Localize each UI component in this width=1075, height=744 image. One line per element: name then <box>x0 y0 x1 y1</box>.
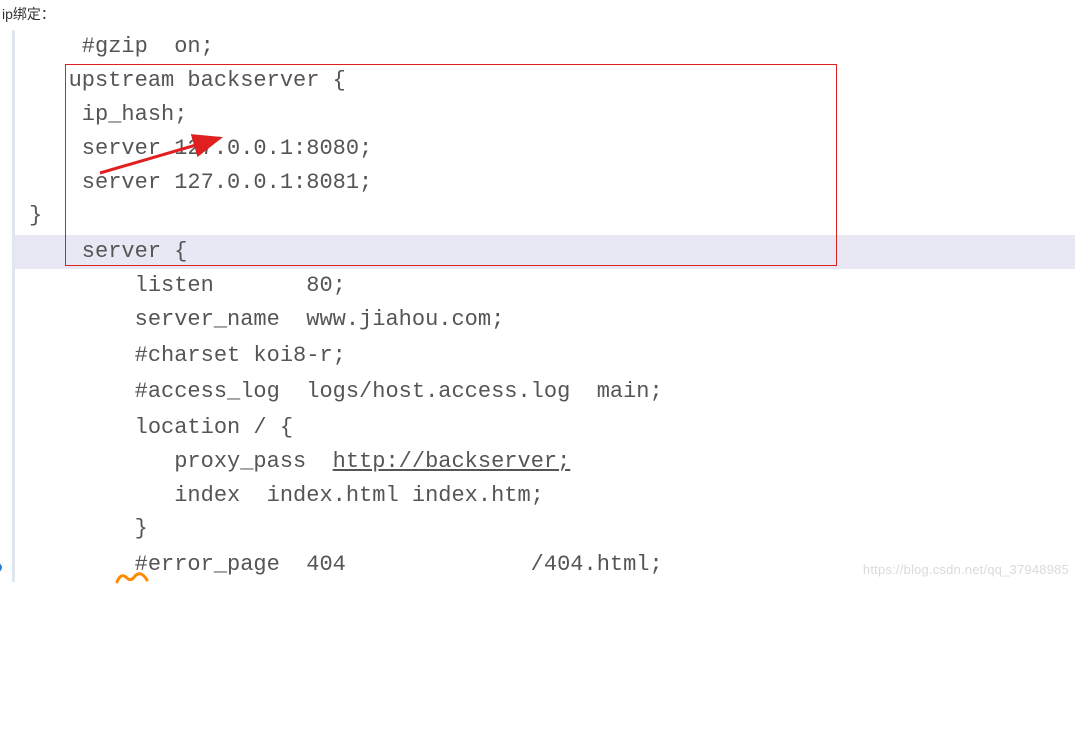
code-line: } <box>15 512 1075 546</box>
code-line: index index.html index.htm; <box>15 479 1075 513</box>
code-line: server 127.0.0.1:8080; <box>15 132 1075 166</box>
section-heading: ip绑定： <box>2 4 1075 24</box>
code-line: #gzip on; <box>15 30 1075 64</box>
gutter-dot-icon <box>0 563 2 572</box>
code-text: proxy_pass <box>29 449 333 474</box>
code-line: ip_hash; <box>15 98 1075 132</box>
proxy-pass-link[interactable]: http://backserver; <box>333 449 571 474</box>
code-line: #error_page 404 /404.html; <box>15 548 1075 582</box>
code-line-highlighted: server { <box>15 235 1075 269</box>
code-line: server_name www.jiahou.com; <box>15 303 1075 337</box>
code-line: #charset koi8-r; <box>15 339 1075 373</box>
code-line: #access_log logs/host.access.log main; <box>15 375 1075 409</box>
code-block: #gzip on; upstream backserver { ip_hash;… <box>12 30 1075 582</box>
code-line: server 127.0.0.1:8081; <box>15 166 1075 200</box>
code-line: listen 80; <box>15 269 1075 303</box>
code-line: location / { <box>15 411 1075 445</box>
code-line: upstream backserver { <box>15 64 1075 98</box>
code-line: proxy_pass http://backserver; <box>15 445 1075 479</box>
code-line: } <box>15 199 1075 233</box>
